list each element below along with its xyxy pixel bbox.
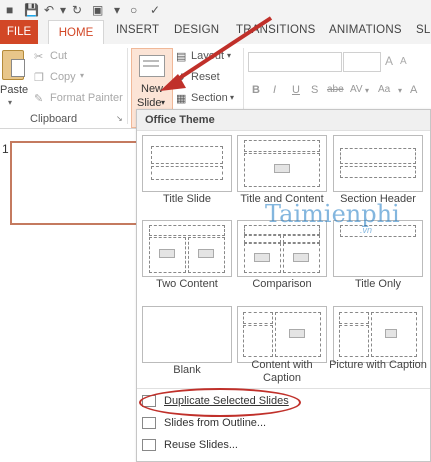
annotation-arrow-shaft bbox=[170, 16, 273, 85]
annotation-arrow-layer bbox=[160, 16, 273, 91]
